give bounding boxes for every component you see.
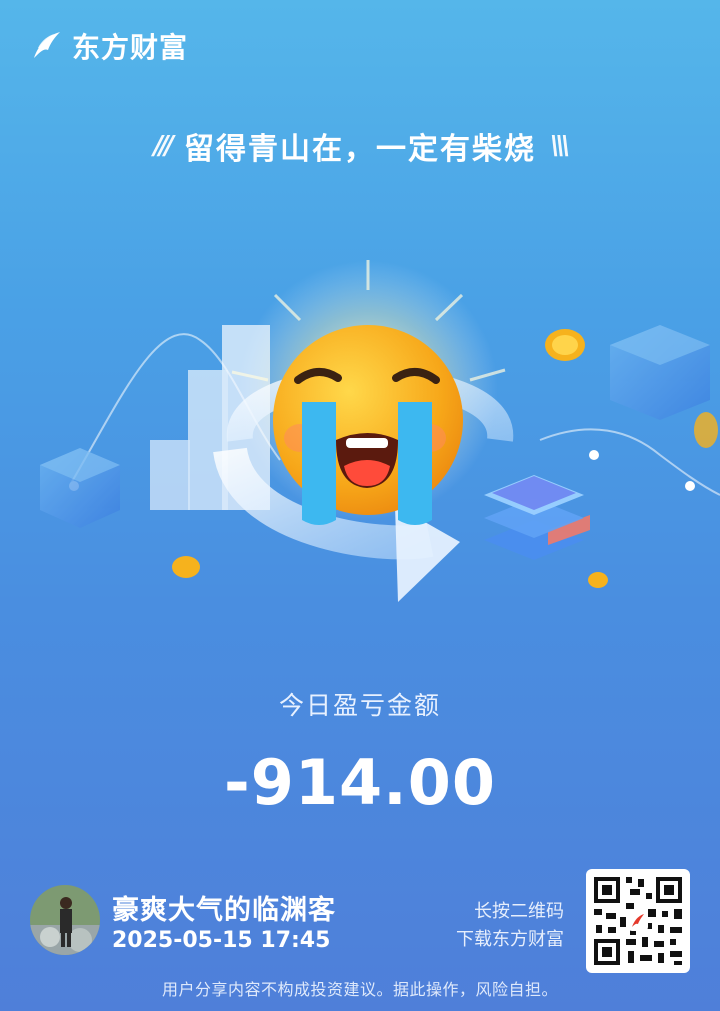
qr-hint-line1: 长按二维码: [474, 901, 564, 922]
eastmoney-logo-icon: [34, 32, 60, 58]
cube-right: [610, 325, 710, 420]
slogan-text: 留得青山在，一定有柴烧: [184, 132, 536, 167]
cube-left: [40, 448, 120, 528]
slogan-decoration-right: \\\: [550, 131, 570, 161]
share-card: 东方财富 /// 留得青山在，一定有柴烧 \\\ 今日盈亏金额 -914.00 …: [0, 0, 720, 1011]
disclaimer: 用户分享内容不构成投资建议。据此操作，风险自担。: [161, 980, 558, 999]
share-datetime: 2025-05-15 17:45: [112, 928, 331, 953]
brand-name: 东方财富: [72, 31, 189, 64]
qr-hint-line2: 下载东方财富: [456, 929, 564, 950]
avatar: [30, 885, 100, 955]
slogan-decoration-left: ///: [153, 131, 174, 161]
slogan: /// 留得青山在，一定有柴烧 \\\: [0, 124, 720, 168]
profit-loss-label: 今日盈亏金额: [278, 691, 441, 720]
profit-loss-amount: -914.00: [224, 746, 496, 819]
qr-code[interactable]: [586, 869, 690, 973]
layer-stack: [484, 475, 590, 560]
crying-illustration: [40, 260, 720, 602]
qr-hint: 长按二维码 下载东方财富: [456, 898, 564, 954]
user-name: 豪爽大气的临渊客: [112, 895, 336, 926]
brand-logo: 东方财富: [28, 26, 188, 66]
